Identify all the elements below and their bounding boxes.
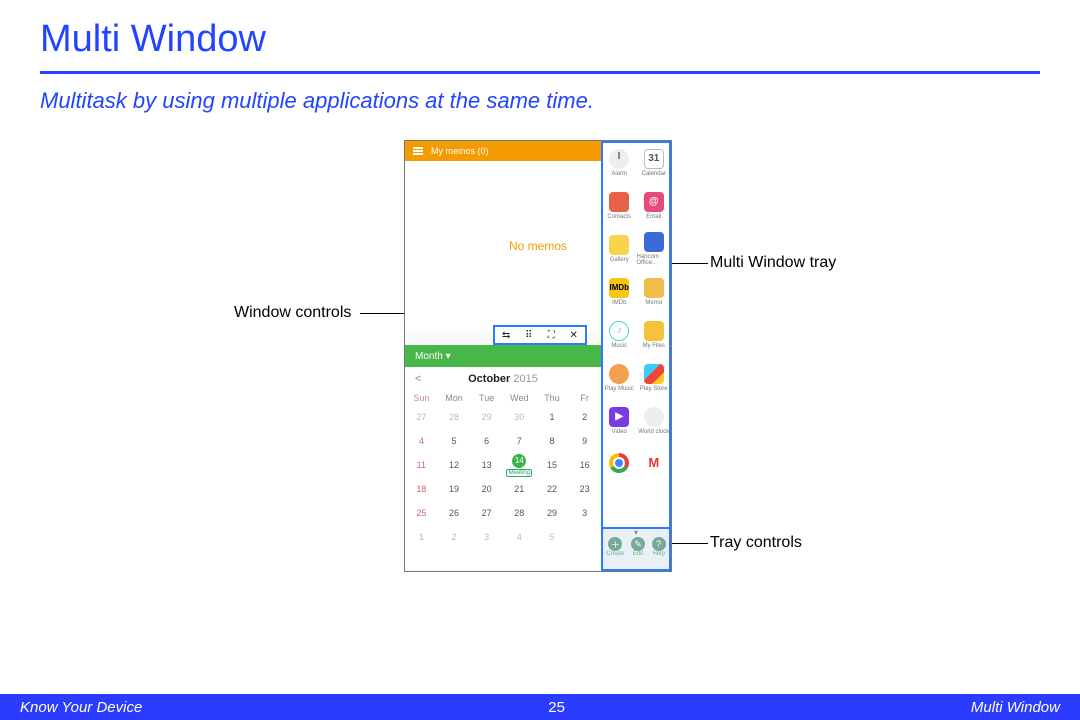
window-controls-bar[interactable]: ⇆ ⠿ ⛶ ✕ (493, 325, 587, 345)
tray-app-gmail[interactable]: M (637, 442, 672, 485)
calendar-icon: 31 (644, 149, 664, 169)
calendar-cell[interactable]: 2 (438, 525, 471, 549)
chrome-icon (609, 453, 629, 473)
page-title: Multi Window (40, 18, 1040, 61)
chevron-down-icon[interactable]: ▾ (634, 529, 638, 537)
calendar-cell[interactable]: 6 (470, 429, 503, 453)
calendar-panel: < October 2015 SunMonTueWedThuFr27282930… (405, 367, 601, 571)
tray-app-files[interactable]: My Files (637, 313, 672, 356)
contacts-icon (609, 192, 629, 212)
device-screenshot: My memos (0) No memos ⇆ ⠿ ⛶ ✕ Month ▾ < … (404, 140, 672, 572)
calendar-cell[interactable] (568, 525, 601, 549)
calendar-cell[interactable]: 28 (503, 501, 536, 525)
calendar-cell[interactable]: 19 (438, 477, 471, 501)
footer-page-number: 25 (548, 699, 565, 716)
tray-app-music[interactable]: ♪Music (602, 313, 637, 356)
tray-app-hancom[interactable]: Hancom Office.. (637, 227, 672, 270)
footer-topic: Multi Window (971, 699, 1060, 716)
email-icon: @ (644, 192, 664, 212)
files-icon (644, 321, 664, 341)
prev-month-icon[interactable]: < (415, 373, 421, 385)
tray-app-contacts[interactable]: Contacts (602, 184, 637, 227)
tray-help-button[interactable]: ?Help (652, 537, 666, 557)
calendar-cell[interactable]: 26 (438, 501, 471, 525)
calendar-cell[interactable]: 15 (536, 453, 569, 477)
calendar-title: < October 2015 (405, 367, 601, 391)
calendar-cell[interactable]: 11 (405, 453, 438, 477)
music-icon: ♪ (609, 321, 629, 341)
tray-app-email[interactable]: @Email (637, 184, 672, 227)
calendar-cell[interactable]: 22 (536, 477, 569, 501)
imdb-icon: IMDb (609, 278, 629, 298)
calendar-cell[interactable]: 9 (568, 429, 601, 453)
leader-line (672, 263, 708, 264)
calendar-cell[interactable]: 27 (470, 501, 503, 525)
pstore-icon (644, 364, 664, 384)
calendar-cell[interactable]: 27 (405, 405, 438, 429)
calendar-cell[interactable]: 16 (568, 453, 601, 477)
page-subtitle: Multitask by using multiple applications… (0, 74, 1080, 114)
tray-app-pmusic[interactable]: Play Music (602, 356, 637, 399)
calendar-cell[interactable]: 1 (405, 525, 438, 549)
tray-app-pstore[interactable]: Play Store (637, 356, 672, 399)
calendar-cell[interactable]: 8 (536, 429, 569, 453)
calendar-cell[interactable]: 29 (470, 405, 503, 429)
calendar-cell[interactable]: 14Meeting (503, 453, 536, 477)
calendar-cell[interactable]: 23 (568, 477, 601, 501)
calendar-cell[interactable]: 4 (503, 525, 536, 549)
calendar-cell[interactable]: 1 (536, 405, 569, 429)
tray-app-memo[interactable]: Memo (637, 270, 672, 313)
alarm-icon (609, 149, 629, 169)
multi-window-tray[interactable]: Alarm31CalendarContacts@EmailGalleryHanc… (601, 141, 671, 571)
footer-section: Know Your Device (20, 699, 142, 716)
gmail-icon: M (644, 453, 664, 473)
hancom-icon (644, 232, 664, 252)
callout-tray-controls: Tray controls (710, 534, 802, 552)
calendar-month-bar[interactable]: Month ▾ (405, 345, 601, 367)
calendar-cell[interactable]: 3 (470, 525, 503, 549)
tray-controls[interactable]: ▾ ＋Create ✎Edit ?Help (601, 527, 671, 571)
calendar-cell[interactable]: 5 (536, 525, 569, 549)
tray-edit-button[interactable]: ✎Edit (631, 537, 645, 557)
calendar-cell[interactable]: 7 (503, 429, 536, 453)
tray-app-imdb[interactable]: IMDbIMDb (602, 270, 637, 313)
calendar-cell[interactable]: 13 (470, 453, 503, 477)
expand-icon[interactable]: ⛶ (544, 328, 558, 342)
drag-icon[interactable]: ⠿ (522, 328, 536, 342)
callout-multi-window-tray: Multi Window tray (710, 254, 836, 272)
calendar-cell[interactable]: 29 (536, 501, 569, 525)
calendar-cell[interactable]: 28 (438, 405, 471, 429)
tray-create-button[interactable]: ＋Create (606, 537, 624, 557)
calendar-grid: SunMonTueWedThuFr27282930124567891112131… (405, 391, 601, 549)
calendar-cell[interactable]: 12 (438, 453, 471, 477)
calendar-cell[interactable]: 2 (568, 405, 601, 429)
tray-app-chrome[interactable] (602, 442, 637, 485)
leader-line (672, 543, 708, 544)
calendar-cell[interactable]: 30 (503, 405, 536, 429)
page-footer: Know Your Device 25 Multi Window (0, 694, 1080, 720)
memos-title: My memos (0) (431, 146, 489, 156)
callout-window-controls: Window controls (234, 304, 351, 322)
tray-app-alarm[interactable]: Alarm (602, 141, 637, 184)
calendar-cell[interactable]: 25 (405, 501, 438, 525)
pmusic-icon (609, 364, 629, 384)
calendar-cell[interactable]: 20 (470, 477, 503, 501)
calendar-cell[interactable]: 4 (405, 429, 438, 453)
tray-app-gallery[interactable]: Gallery (602, 227, 637, 270)
calendar-cell[interactable]: 3 (568, 501, 601, 525)
calendar-cell[interactable]: 21 (503, 477, 536, 501)
wclock-icon (644, 407, 664, 427)
hamburger-icon[interactable] (413, 147, 423, 155)
calendar-cell[interactable]: 18 (405, 477, 438, 501)
video-icon: ▶ (609, 407, 629, 427)
tray-app-calendar[interactable]: 31Calendar (637, 141, 672, 184)
tray-app-video[interactable]: ▶Video (602, 399, 637, 442)
close-icon[interactable]: ✕ (567, 328, 581, 342)
memo-icon (644, 278, 664, 298)
calendar-cell[interactable]: 5 (438, 429, 471, 453)
swap-icon[interactable]: ⇆ (499, 328, 513, 342)
gallery-icon (609, 235, 629, 255)
tray-app-wclock[interactable]: World clock (637, 399, 672, 442)
